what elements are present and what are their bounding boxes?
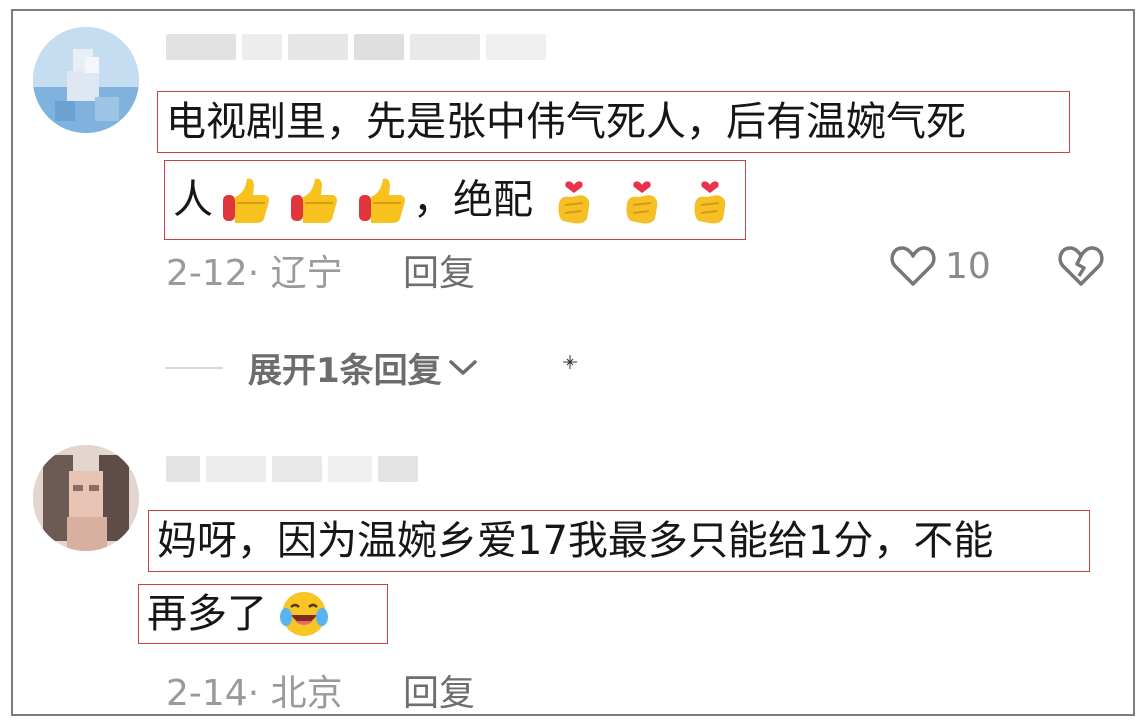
comment-date-location: 2-12· 辽宁 — [166, 253, 343, 294]
avatar[interactable] — [33, 445, 139, 551]
comment-text-line: 再多了 — [138, 584, 388, 644]
comment-text-line: 人 ，绝配 — [164, 160, 746, 240]
reply-button[interactable]: 回复 — [403, 244, 475, 296]
like-heart-icon[interactable] — [889, 244, 937, 288]
comment-text-line: 电视剧里，先是张中伟气死人，后有温婉气死 — [157, 91, 1070, 153]
username-blurred[interactable] — [166, 30, 546, 64]
chevron-down-icon — [448, 359, 477, 375]
expand-replies-label: 展开1条回复 — [248, 351, 442, 391]
emoji-group-finger-heart — [547, 173, 737, 227]
comment-text: 再多了 — [147, 591, 267, 637]
comment-text-line: 妈呀，因为温婉乡爱17我最多只能给1分，不能 — [148, 510, 1090, 572]
comment-text: ，绝配 — [413, 177, 533, 223]
comment-text: 人 — [173, 177, 213, 223]
finger-heart-icon — [694, 181, 726, 224]
username-blurred[interactable] — [166, 452, 418, 486]
finger-heart-icon — [626, 181, 658, 224]
avatar-pixelated-image — [33, 27, 139, 133]
reply-button[interactable]: 回复 — [403, 664, 475, 716]
laughing-crying-icon — [280, 592, 328, 636]
expand-replies-button[interactable]: 展开1条回复 — [248, 343, 478, 392]
comment-text: 妈呀，因为温婉乡爱17我最多只能给1分，不能 — [157, 518, 994, 564]
finger-heart-icon — [558, 181, 590, 224]
cursor-crosshair-icon — [563, 355, 577, 369]
emoji-group-thumbs — [219, 173, 409, 227]
thumbs-up-icon — [359, 178, 405, 223]
thumbs-up-icon — [291, 178, 337, 223]
comment-text: 电视剧里，先是张中伟气死人，后有温婉气死 — [166, 99, 966, 145]
expand-divider — [165, 367, 223, 369]
like-count: 10 — [945, 246, 991, 287]
avatar-pixelated-image — [33, 445, 139, 551]
dislike-broken-heart-icon[interactable] — [1057, 244, 1105, 288]
avatar[interactable] — [33, 27, 139, 133]
thumbs-up-icon — [223, 178, 269, 223]
comment-date-location: 2-14· 北京 — [166, 673, 343, 714]
